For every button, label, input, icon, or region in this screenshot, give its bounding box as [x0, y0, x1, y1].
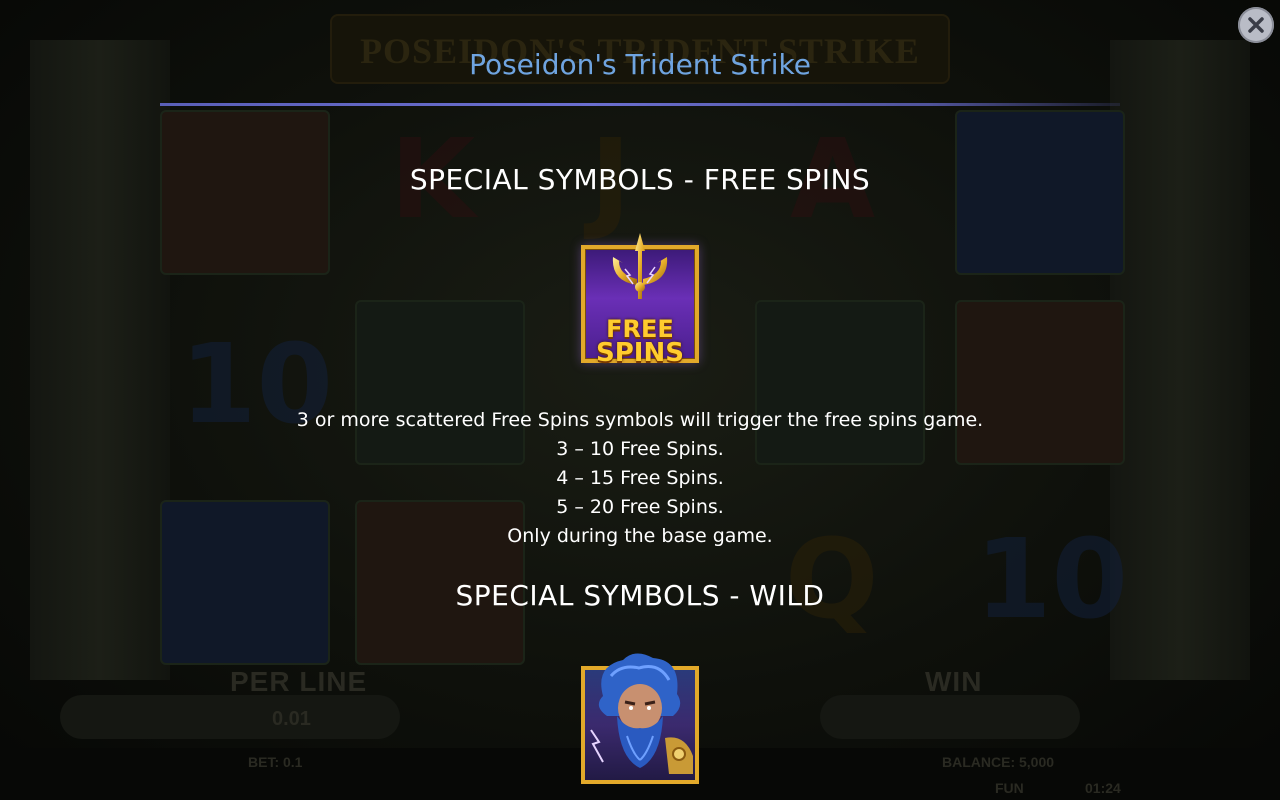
description-line: Only during the base game.: [507, 525, 773, 547]
title-divider: [160, 103, 1120, 106]
description-line: 5 – 20 Free Spins.: [556, 496, 724, 518]
free-spins-trident-icon: [612, 233, 668, 299]
free-spins-description: 3 or more scattered Free Spins symbols w…: [0, 406, 1280, 551]
free-spins-heading: SPECIAL SYMBOLS - FREE SPINS: [409, 163, 871, 196]
close-button[interactable]: [1238, 7, 1274, 43]
wild-symbol: [581, 653, 699, 784]
modal-title: Poseidon's Trident Strike: [469, 48, 811, 81]
close-icon: [1248, 17, 1264, 33]
description-line: 3 or more scattered Free Spins symbols w…: [296, 409, 984, 431]
description-line: 4 – 15 Free Spins.: [556, 467, 724, 489]
free-spins-text-line: SPINS: [596, 338, 684, 368]
description-line: 3 – 10 Free Spins.: [556, 438, 724, 460]
poseidon-wild-icon: [590, 653, 693, 774]
paytable-modal: Poseidon's Trident Strike SPECIAL SYMBOL…: [0, 0, 1280, 800]
free-spins-symbol: FREE SPINS: [581, 233, 699, 368]
wild-heading: SPECIAL SYMBOLS - WILD: [455, 579, 825, 612]
